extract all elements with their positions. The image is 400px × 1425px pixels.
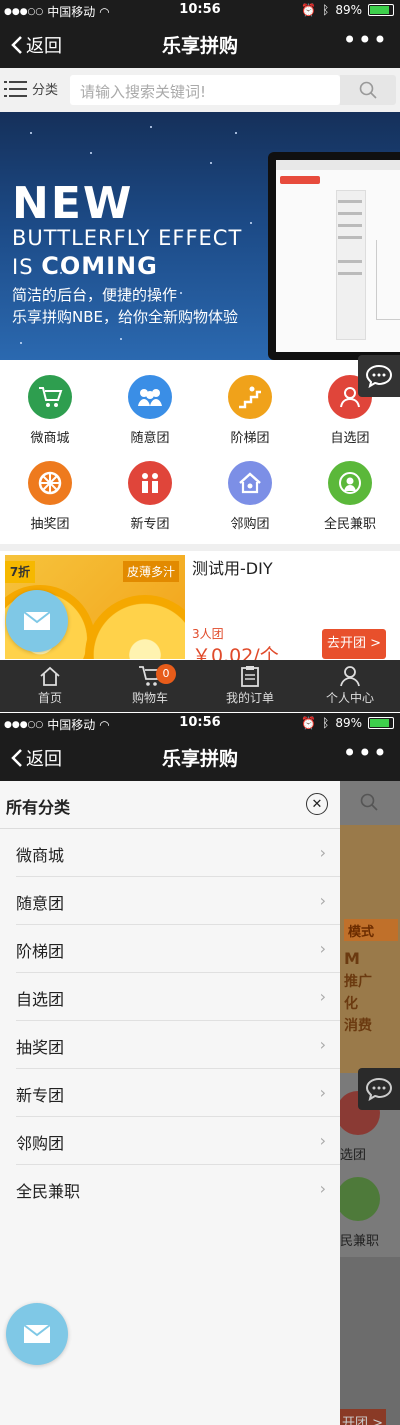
chevron-right-icon: › bbox=[319, 1083, 326, 1102]
category-row[interactable]: 自选团 › bbox=[16, 973, 340, 1021]
clipboard-icon bbox=[241, 666, 259, 687]
search-bar: 分类 请输入搜索关键词! bbox=[0, 68, 400, 112]
nav-bar: 返回 乐享拼购 ••• bbox=[0, 20, 400, 68]
battery-percent: 89% bbox=[335, 3, 362, 17]
category-row[interactable]: 抽奖团 › bbox=[16, 1021, 340, 1069]
category-row[interactable]: 阶梯团 › bbox=[16, 925, 340, 973]
promo-banner[interactable]: NEW BUTTLERFLY EFFECT IS COMING 简洁的后台，便捷… bbox=[0, 112, 400, 360]
neighbor-icon bbox=[228, 461, 272, 505]
people-icon bbox=[328, 461, 372, 505]
alarm-icon: ⏰ bbox=[301, 3, 317, 17]
stairs-icon bbox=[228, 375, 272, 419]
category-row[interactable]: 全民兼职 › bbox=[16, 1165, 340, 1213]
page-title: 乐享拼购 bbox=[161, 35, 238, 57]
page-title: 乐享拼购 bbox=[161, 748, 238, 770]
monitor-image bbox=[268, 152, 400, 360]
category-row[interactable]: 微商城 › bbox=[16, 829, 340, 877]
user-icon bbox=[340, 666, 360, 687]
menu-item-lingoutuan[interactable]: 邻购团 bbox=[200, 446, 300, 536]
start-group-button[interactable]: 去开团 > bbox=[322, 629, 386, 659]
message-button[interactable] bbox=[6, 1303, 68, 1365]
message-button[interactable] bbox=[6, 590, 68, 652]
tab-home[interactable]: 首页 bbox=[0, 660, 100, 712]
banner-cn2: 乐享拼购NBE，给你全新购物体验 bbox=[12, 308, 238, 326]
group-size: 3人团 bbox=[192, 627, 224, 641]
battery-icon bbox=[368, 717, 394, 729]
cart-icon bbox=[28, 375, 72, 419]
banner-cn1: 简洁的后台，便捷的操作 bbox=[12, 286, 178, 304]
menu-item-choujiangtuan[interactable]: 抽奖团 bbox=[0, 446, 100, 536]
section-divider bbox=[0, 544, 400, 551]
category-row[interactable]: 新专团 › bbox=[16, 1069, 340, 1117]
bluetooth-icon: ᛒ bbox=[322, 3, 330, 17]
banner-line2: BUTTLERFLY EFFECT bbox=[12, 226, 243, 250]
search-button[interactable] bbox=[340, 75, 396, 105]
menu-item-quanminjianzhi[interactable]: 全民兼职 bbox=[300, 446, 400, 536]
chevron-right-icon: › bbox=[319, 1131, 326, 1150]
search-icon bbox=[359, 81, 377, 99]
chevron-right-icon: › bbox=[319, 843, 326, 862]
discount-badge: 7折 bbox=[5, 561, 35, 583]
status-bar: ●●●○○ 中国移动 ◠ 10:56 ⏰ ᛒ 89% bbox=[0, 0, 400, 20]
bottom-tab-bar: 首页 购物车 0 我的订单 个人中心 bbox=[0, 660, 400, 712]
tab-cart[interactable]: 购物车 0 bbox=[100, 660, 200, 712]
more-button[interactable]: ••• bbox=[343, 739, 388, 767]
nav-bar: 返回 乐享拼购 ••• bbox=[0, 733, 400, 781]
home-icon bbox=[40, 666, 60, 686]
search-input[interactable]: 请输入搜索关键词! bbox=[70, 75, 340, 105]
chevron-right-icon: › bbox=[319, 1179, 326, 1198]
category-label: 分类 bbox=[32, 83, 59, 98]
chevron-right-icon: › bbox=[319, 1035, 326, 1054]
feature-menu: 微商城 随意团 阶梯团 自选团 抽奖团 新专团 邻购团 全民兼职 bbox=[0, 360, 400, 544]
list-icon bbox=[4, 80, 27, 97]
search-icon bbox=[360, 793, 378, 811]
banner-headline: NEW bbox=[12, 178, 134, 229]
tab-profile[interactable]: 个人中心 bbox=[300, 660, 400, 712]
category-drawer-screen: ●●●○○ 中国移动 ◠ 10:56 ⏰ ᛒ 89% 返回 乐享拼购 ••• 模式 M … bbox=[0, 713, 400, 1425]
drawer-header: 所有分类 ✕ bbox=[0, 781, 340, 829]
product-title: 测试用-DIY bbox=[192, 559, 273, 578]
pair-icon bbox=[128, 461, 172, 505]
chat-icon bbox=[365, 1077, 393, 1101]
chevron-right-icon: › bbox=[319, 891, 326, 910]
category-row[interactable]: 邻购团 › bbox=[16, 1117, 340, 1165]
drawer-title: 所有分类 bbox=[6, 798, 71, 817]
menu-item-xinzhuantuan[interactable]: 新专团 bbox=[100, 446, 200, 536]
group-icon bbox=[128, 375, 172, 419]
chat-icon bbox=[365, 364, 393, 388]
close-icon: ✕ bbox=[311, 796, 323, 812]
image-tag: 皮薄多汁 bbox=[122, 561, 179, 582]
alarm-icon: ⏰ bbox=[301, 716, 317, 730]
menu-item-weishangcheng[interactable]: 微商城 bbox=[0, 360, 100, 450]
chevron-right-icon: › bbox=[319, 987, 326, 1006]
chevron-right-icon: › bbox=[319, 939, 326, 958]
bluetooth-icon: ᛒ bbox=[322, 716, 330, 730]
chat-button[interactable] bbox=[358, 1068, 400, 1110]
wheel-icon bbox=[28, 461, 72, 505]
chat-button[interactable] bbox=[358, 355, 400, 397]
status-bar: ●●●○○ 中国移动 ◠ 10:56 ⏰ ᛒ 89% bbox=[0, 713, 400, 733]
close-button[interactable]: ✕ bbox=[306, 793, 328, 815]
banner-line3: IS COMING bbox=[12, 252, 158, 280]
more-button[interactable]: ••• bbox=[343, 26, 388, 54]
menu-item-suiyituan[interactable]: 随意团 bbox=[100, 360, 200, 450]
tab-orders[interactable]: 我的订单 bbox=[200, 660, 300, 712]
category-button[interactable]: 分类 bbox=[4, 79, 58, 98]
envelope-icon bbox=[23, 611, 51, 630]
category-row[interactable]: 随意团 › bbox=[16, 877, 340, 925]
cart-count-badge: 0 bbox=[156, 664, 176, 684]
battery-icon bbox=[368, 4, 394, 16]
menu-item-jietituan[interactable]: 阶梯团 bbox=[200, 360, 300, 450]
home-screen: ●●●○○ 中国移动 ◠ 10:56 ⏰ ᛒ 89% 返回 乐享拼购 ••• 分类 请输… bbox=[0, 0, 400, 712]
envelope-icon bbox=[23, 1324, 51, 1343]
